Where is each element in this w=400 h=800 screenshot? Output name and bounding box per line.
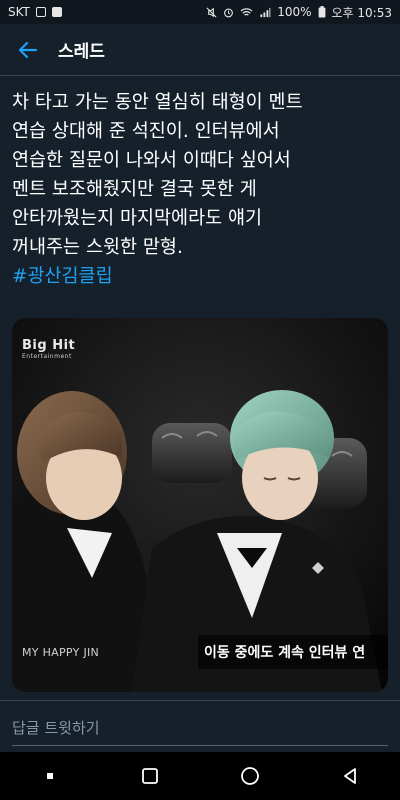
hashtag-link[interactable]: #광산김클립 [12,262,392,291]
gallery-notification-icon [35,7,46,17]
tweet-line: 연습 상대해 준 석진이. 인터뷰에서 [12,121,280,142]
nav-dot-button[interactable] [26,752,74,800]
media-logo-main: Big Hit [22,338,76,353]
signal-icon [260,7,271,17]
back-nav-button[interactable] [326,752,374,800]
recent-apps-icon [142,768,158,784]
home-button[interactable] [226,752,274,800]
status-left: SKT [8,5,62,19]
tweet-line: 멘트 보조해줬지만 결국 못한 게 [12,179,257,200]
back-button[interactable] [0,24,56,76]
back-triangle-icon [344,768,356,784]
wifi-icon [240,7,253,16]
tweet-line: 안타까웠는지 마지막에라도 얘기 [12,208,263,229]
media-logo-sub: Entertainment [22,353,72,360]
media-logo: Big Hit Entertainment [22,338,75,360]
mute-icon [206,7,217,17]
page-title: 스레드 [58,42,105,62]
tweet-text: 차 타고 가는 동안 열심히 태형이 멘트 연습 상대해 준 석진이. 인터뷰에… [12,88,392,291]
system-nav-bar [0,752,400,800]
tweet-line: 연습한 질문이 나와서 이때다 싶어서 [12,150,291,171]
tweet-line: 차 타고 가는 동안 열심히 태형이 멘트 [12,92,303,113]
status-right: 100% 오후 10:53 [206,4,392,21]
home-icon [241,767,259,785]
app-bar: 스레드 [0,24,400,76]
recent-apps-button[interactable] [126,752,174,800]
back-arrow-icon [18,41,38,58]
app-notification-icon [51,7,62,17]
clock: 오후 10:53 [331,5,392,20]
tweet-media[interactable]: Big Hit Entertainment MY HAPPY JIN 이동 중에… [12,318,388,692]
alarm-icon [224,8,234,17]
battery-icon [318,6,325,18]
reply-input[interactable] [12,711,388,746]
reply-bar [0,700,400,750]
media-caption: 이동 중에도 계속 인터뷰 연 [204,645,366,661]
status-bar: SKT 100% 오후 10:53 [0,0,400,24]
video-still [12,318,388,692]
media-watermark: MY HAPPY JIN [22,646,100,659]
tweet-line: 꺼내주는 스윗한 맏형. [12,237,183,258]
carrier-label: SKT [8,5,30,19]
battery-percent: 100% [277,5,312,19]
dot-icon [47,773,53,779]
